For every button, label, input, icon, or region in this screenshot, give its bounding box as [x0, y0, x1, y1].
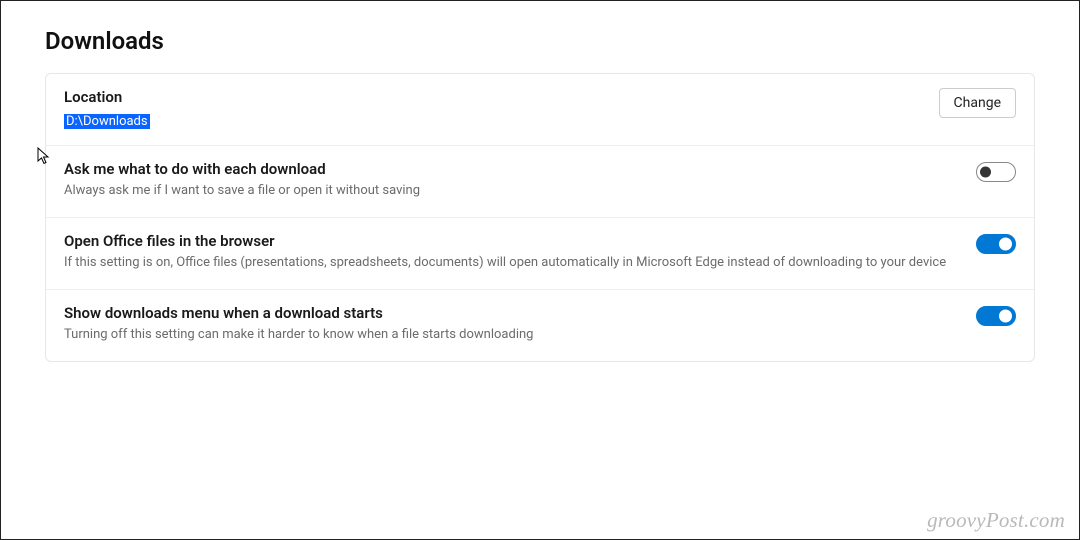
setting-title: Show downloads menu when a download star…	[64, 304, 956, 322]
location-path[interactable]: D:\Downloads	[64, 114, 150, 129]
show-downloads-menu-toggle[interactable]	[976, 306, 1016, 326]
ask-each-download-row: Ask me what to do with each download Alw…	[46, 145, 1034, 217]
location-label: Location	[64, 88, 919, 106]
ask-each-download-toggle[interactable]	[976, 162, 1016, 182]
open-office-files-toggle[interactable]	[976, 234, 1016, 254]
setting-title: Open Office files in the browser	[64, 232, 956, 250]
location-row: Location D:\Downloads Change	[46, 74, 1034, 145]
setting-description: Turning off this setting can make it har…	[64, 326, 956, 345]
show-downloads-menu-row: Show downloads menu when a download star…	[46, 289, 1034, 361]
watermark: groovyPost.com	[927, 508, 1065, 533]
setting-description: Always ask me if I want to save a file o…	[64, 182, 956, 201]
setting-description: If this setting is on, Office files (pre…	[64, 254, 956, 273]
change-location-button[interactable]: Change	[939, 88, 1016, 118]
downloads-settings-card: Location D:\Downloads Change Ask me what…	[45, 73, 1035, 362]
setting-title: Ask me what to do with each download	[64, 160, 956, 178]
page-title: Downloads	[45, 27, 1035, 55]
open-office-files-row: Open Office files in the browser If this…	[46, 217, 1034, 289]
